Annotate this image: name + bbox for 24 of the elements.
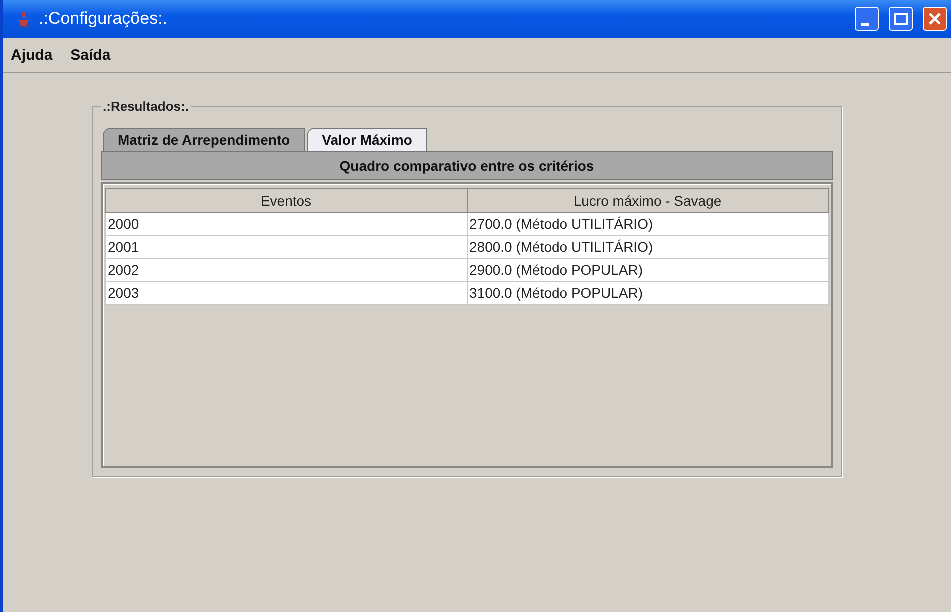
maximize-button[interactable] [889, 7, 913, 31]
table-cell: 2800.0 (Método UTILITÁRIO) [467, 236, 828, 258]
minimize-button[interactable] [855, 7, 879, 31]
close-button[interactable] [923, 7, 947, 31]
tab[interactable]: Matriz de Arrependimento [103, 128, 306, 151]
close-icon [928, 12, 942, 26]
group-title: .:Resultados:. [102, 99, 190, 114]
column-header[interactable]: Lucro máximo - Savage [467, 188, 828, 212]
table-cell: 2700.0 (Método UTILITÁRIO) [467, 212, 828, 236]
coffee-cup-icon [17, 10, 31, 28]
menu-item[interactable]: Ajuda [11, 46, 53, 64]
maximize-icon [894, 13, 908, 25]
minimize-icon [861, 22, 869, 26]
table-cell: 3100.0 (Método POPULAR) [467, 282, 828, 304]
column-header[interactable]: Eventos [106, 188, 467, 212]
table-cell: 2000 [106, 212, 467, 236]
table-cell: 2003 [106, 282, 467, 304]
table-cell: 2002 [106, 258, 467, 282]
panel-header: Quadro comparativo entre os critérios [101, 151, 833, 180]
tab[interactable]: Valor Máximo [307, 128, 428, 151]
window-title: .:Configurações:. [39, 9, 169, 29]
menu-item[interactable]: Saída [70, 46, 111, 64]
table-cell: 2001 [106, 236, 467, 258]
table-cell: 2900.0 (Método POPULAR) [467, 258, 828, 282]
